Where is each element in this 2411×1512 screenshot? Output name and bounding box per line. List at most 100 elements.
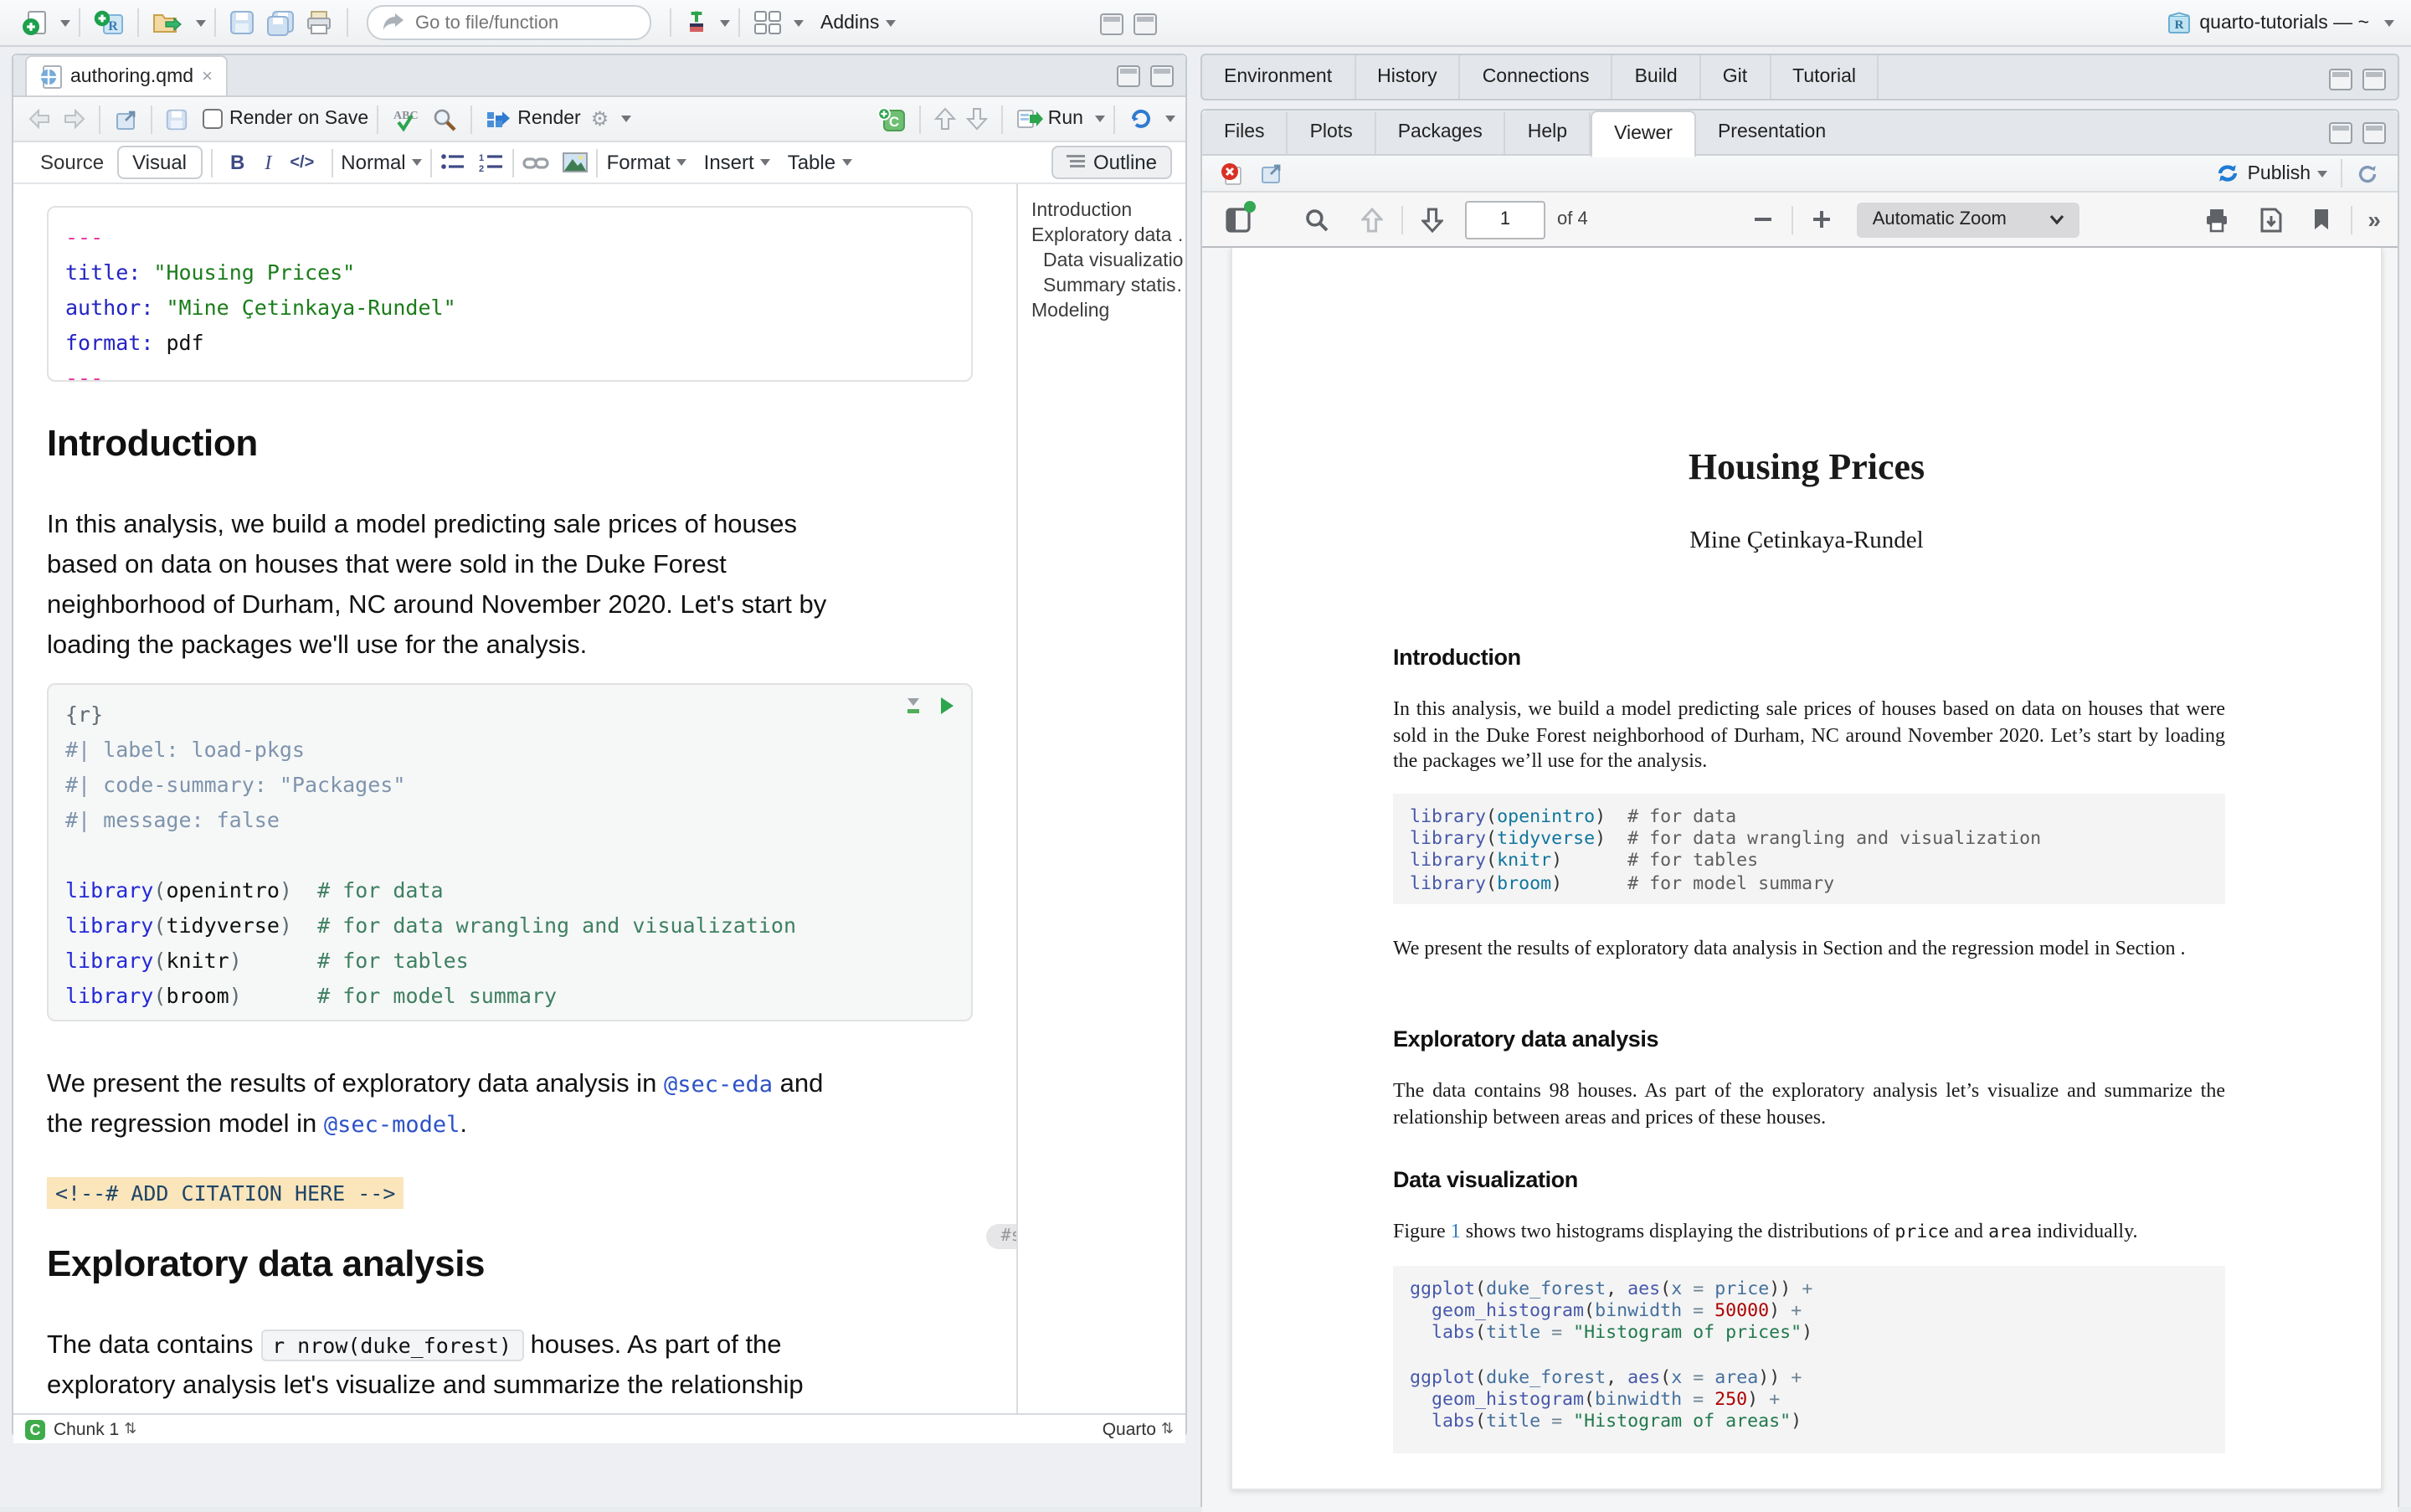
- pdf-zoom-select[interactable]: Automatic Zoom: [1858, 202, 2080, 237]
- tab-connections[interactable]: Connections: [1461, 55, 1613, 99]
- code-format-button[interactable]: </>: [281, 153, 322, 172]
- pdf-next-page-icon[interactable]: [1421, 207, 1443, 232]
- chunk-run-icon[interactable]: [939, 697, 954, 715]
- outline-toggle-button[interactable]: Outline: [1051, 146, 1172, 179]
- new-project-button[interactable]: R: [94, 9, 124, 36]
- tab-environment[interactable]: Environment: [1202, 55, 1355, 99]
- pdf-search-icon[interactable]: [1304, 207, 1329, 232]
- numbered-list-icon[interactable]: 12: [480, 152, 505, 172]
- render-settings-caret[interactable]: [620, 116, 630, 122]
- pane-minimize-icon[interactable]: [2329, 122, 2352, 144]
- tab-close-icon[interactable]: ×: [202, 66, 213, 86]
- tab-build[interactable]: Build: [1613, 55, 1701, 99]
- viewer-stop-icon[interactable]: [1221, 162, 1244, 185]
- render-settings-gear-icon[interactable]: ⚙: [591, 107, 609, 131]
- tab-presentation[interactable]: Presentation: [1696, 111, 1848, 153]
- yaml-metadata-block[interactable]: --- title: "Housing Prices" author: "Min…: [47, 206, 973, 382]
- chunk-run-above-icon[interactable]: [904, 697, 923, 715]
- pdf-bookmark-icon[interactable]: [2312, 208, 2331, 231]
- viewer-popout-icon[interactable]: [1259, 162, 1283, 184]
- bold-button[interactable]: B: [220, 151, 254, 174]
- env-maximize-icon[interactable]: [2362, 69, 2386, 90]
- pdf-zoom-out-icon[interactable]: [1754, 209, 1774, 229]
- pdf-sidebar-toggle-icon[interactable]: [1224, 205, 1252, 234]
- source-mode-button[interactable]: Source: [27, 147, 117, 177]
- tab-viewer[interactable]: Viewer: [1591, 110, 1696, 157]
- render-button[interactable]: Render: [486, 108, 580, 130]
- save-all-button[interactable]: [265, 9, 295, 36]
- viewer-refresh-icon[interactable]: [2356, 162, 2379, 185]
- run-previous-chunks-icon[interactable]: [934, 107, 956, 131]
- tab-packages[interactable]: Packages: [1376, 111, 1506, 153]
- version-control-button[interactable]: [685, 10, 708, 35]
- popout-editor-icon[interactable]: [114, 108, 137, 130]
- tab-files[interactable]: Files: [1202, 111, 1288, 153]
- pdf-print-icon[interactable]: [2203, 207, 2230, 232]
- env-restore-icon[interactable]: [2329, 69, 2352, 90]
- goto-file-box[interactable]: [367, 5, 651, 40]
- outline-item-eda[interactable]: Exploratory data …: [1018, 223, 1184, 248]
- goto-file-input[interactable]: [412, 11, 616, 34]
- open-file-button[interactable]: [152, 10, 184, 35]
- save-doc-icon[interactable]: [166, 108, 188, 130]
- print-button[interactable]: [305, 10, 333, 35]
- run-button[interactable]: Run: [1016, 109, 1083, 129]
- addins-caret[interactable]: [886, 19, 896, 26]
- version-control-caret[interactable]: [720, 19, 730, 26]
- run-caret[interactable]: [1095, 116, 1105, 122]
- tab-plots[interactable]: Plots: [1288, 111, 1376, 153]
- project-menu[interactable]: R quarto-tutorials — ~: [2166, 11, 2394, 34]
- run-next-chunk-icon[interactable]: [966, 107, 988, 131]
- forward-icon[interactable]: [62, 109, 85, 129]
- editor-content[interactable]: --- title: "Housing Prices" author: "Min…: [13, 184, 1185, 1413]
- spellcheck-icon[interactable]: ABC: [392, 106, 422, 131]
- rerun-icon[interactable]: [1128, 107, 1154, 131]
- chunk-position-label[interactable]: Chunk 1: [54, 1419, 119, 1439]
- workspace-panes-button[interactable]: [753, 10, 782, 35]
- addins-button[interactable]: Addins: [820, 13, 879, 33]
- new-file-caret[interactable]: [60, 19, 70, 26]
- pdf-zoom-in-icon[interactable]: [1812, 209, 1833, 229]
- format-menu[interactable]: Format: [607, 151, 687, 174]
- console-restore-icon[interactable]: [1100, 13, 1123, 34]
- pdf-download-icon[interactable]: [2259, 207, 2284, 232]
- render-on-save-checkbox[interactable]: [203, 109, 223, 129]
- outline-item-summary-statistics[interactable]: Summary statis…: [1018, 273, 1184, 298]
- tab-git[interactable]: Git: [1701, 55, 1771, 99]
- insert-menu[interactable]: Insert: [704, 151, 771, 174]
- maximize-pane-icon[interactable]: [1150, 65, 1174, 87]
- outline-item-introduction[interactable]: Introduction: [1018, 198, 1184, 223]
- console-maximize-icon[interactable]: [1134, 13, 1157, 34]
- editor-tab-authoring[interactable]: authoring.qmd ×: [25, 55, 228, 95]
- chunk-nav-icon[interactable]: ⇅: [124, 1420, 136, 1438]
- save-button[interactable]: [229, 10, 254, 35]
- bullet-list-icon[interactable]: [441, 152, 466, 172]
- tab-tutorial[interactable]: Tutorial: [1771, 55, 1879, 99]
- publish-button[interactable]: Publish: [2216, 162, 2327, 184]
- workspace-panes-caret[interactable]: [794, 19, 804, 26]
- publish-caret[interactable]: [2317, 170, 2327, 177]
- italic-button[interactable]: I: [254, 150, 281, 175]
- outline-item-modeling[interactable]: Modeling: [1018, 298, 1184, 323]
- table-menu[interactable]: Table: [788, 151, 852, 174]
- doc-format-nav-icon[interactable]: ⇅: [1161, 1420, 1174, 1438]
- insert-chunk-button[interactable]: C: [877, 106, 906, 131]
- pdf-more-tools-icon[interactable]: »: [2367, 206, 2381, 233]
- outline-item-data-visualization[interactable]: Data visualization: [1018, 248, 1184, 273]
- visual-mode-button[interactable]: Visual: [117, 146, 202, 179]
- open-file-caret[interactable]: [196, 19, 206, 26]
- pane-maximize-icon[interactable]: [2362, 122, 2386, 144]
- image-icon[interactable]: [563, 152, 589, 172]
- find-replace-icon[interactable]: [432, 106, 457, 131]
- pdf-viewer-area[interactable]: Housing Prices Mine Çetinkaya-Rundel Int…: [1202, 248, 2398, 1512]
- r-chunk-load-pkgs[interactable]: {r} #| label: load-pkgs #| code-summary:…: [47, 683, 973, 1021]
- minimize-pane-icon[interactable]: [1117, 65, 1140, 87]
- back-icon[interactable]: [28, 109, 52, 129]
- new-file-button[interactable]: [22, 9, 49, 36]
- link-icon[interactable]: [523, 153, 550, 172]
- tab-history[interactable]: History: [1355, 55, 1461, 99]
- pdf-prev-page-icon[interactable]: [1361, 207, 1383, 232]
- tab-help[interactable]: Help: [1506, 111, 1591, 153]
- paragraph-style-select[interactable]: Normal: [341, 151, 422, 174]
- pdf-page-input[interactable]: [1465, 200, 1545, 239]
